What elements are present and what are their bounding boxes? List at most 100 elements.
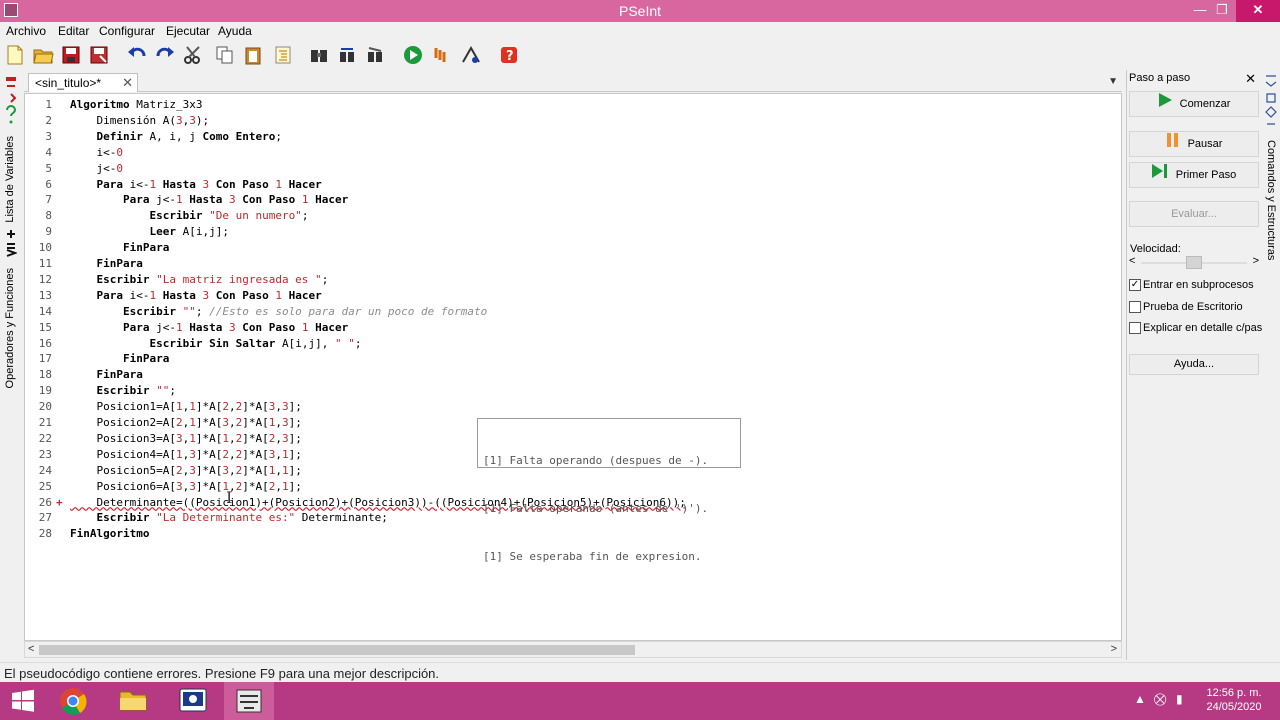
code-line[interactable]: 8 Escribir "De un numero"; [25, 208, 1121, 224]
slider-knob[interactable] [1186, 256, 1202, 269]
flowchart-icon[interactable] [460, 44, 482, 66]
checkbox-entrar-subprocesos[interactable]: ✓ Entrar en subprocesos [1129, 279, 1254, 295]
menu-ayuda[interactable]: Ayuda [218, 24, 252, 38]
code-line[interactable]: 7 Para j<-1 Hasta 3 Con Paso 1 Hacer [25, 192, 1121, 208]
line-number: 27 [38, 511, 52, 525]
pause-button[interactable]: Pausar [1129, 131, 1259, 157]
checkbox-box[interactable] [1129, 322, 1141, 335]
checkbox-prueba-escritorio[interactable]: Prueba de Escritorio [1129, 301, 1243, 317]
save-icon[interactable] [60, 44, 82, 66]
code-line[interactable]: 12 Escribir "La matriz ingresada es "; [25, 272, 1121, 288]
search-icon[interactable] [308, 44, 330, 66]
code-line[interactable]: 1 Algoritmo Matriz_3x3 [25, 97, 1121, 113]
checkbox-box[interactable]: ✓ [1129, 279, 1141, 292]
menu-configurar[interactable]: Configurar [99, 24, 155, 38]
app-window-icon[interactable] [168, 682, 218, 720]
cut-icon[interactable] [182, 44, 204, 66]
signal-icon[interactable]: ▮ [1176, 692, 1183, 706]
line-number: 8 [45, 209, 52, 223]
tab-comandos-estructuras[interactable]: Comandos y Estructuras [1265, 140, 1277, 260]
code-line[interactable]: 5 j<-0 [25, 161, 1121, 177]
error-marker-icon[interactable]: + [56, 495, 63, 511]
code-text: FinAlgoritmo [70, 527, 150, 541]
line-number: 7 [45, 193, 52, 207]
replace-icon[interactable] [364, 44, 386, 66]
line-number: 22 [38, 431, 52, 445]
start-windows-icon[interactable] [0, 682, 46, 720]
evaluate-button[interactable]: Evaluar... [1129, 201, 1259, 227]
code-line[interactable]: 15 Para j<-1 Hasta 3 Con Paso 1 Hacer [25, 320, 1121, 336]
step-panel-title: Paso a paso [1129, 72, 1191, 84]
operators-panel-icons [5, 230, 18, 260]
tab-operadores-funciones[interactable]: Operadores y Funciones [4, 268, 16, 388]
maximize-button[interactable]: ❐ [1208, 0, 1236, 22]
chrome-icon[interactable] [48, 682, 98, 720]
code-line[interactable]: 6 Para i<-1 Hasta 3 Con Paso 1 Hacer [25, 177, 1121, 193]
checkbox-explicar-detalle[interactable]: Explicar en detalle c/paso [1129, 322, 1268, 338]
scroll-left-icon[interactable]: < [28, 643, 34, 655]
error-message: [1] Se esperaba fin de expresion. [483, 550, 702, 563]
code-line[interactable]: 19 Escribir ""; [25, 383, 1121, 399]
code-line[interactable]: 18 FinPara [25, 367, 1121, 383]
code-line[interactable]: 4 i<-0 [25, 145, 1121, 161]
horizontal-scrollbar[interactable]: < > [24, 641, 1122, 658]
code-line[interactable]: 17 FinPara [25, 351, 1121, 367]
pseint-taskbar-icon[interactable] [224, 682, 274, 720]
open-folder-icon[interactable] [32, 44, 54, 66]
redo-icon[interactable] [154, 44, 176, 66]
scroll-right-icon[interactable]: > [1111, 643, 1117, 655]
menu-archivo[interactable]: Archivo [6, 24, 46, 38]
undo-icon[interactable] [126, 44, 148, 66]
clock[interactable]: 12:56 p. m. 24/05/2020 [1204, 686, 1264, 714]
speed-slider[interactable]: < > [1129, 255, 1259, 270]
code-line[interactable]: 2 Dimensión A(3,3); [25, 113, 1121, 129]
tab-sin-titulo[interactable]: <sin_titulo>* ✕ [28, 73, 138, 92]
indent-icon[interactable] [272, 44, 294, 66]
close-button[interactable]: ✕ [1236, 0, 1280, 22]
code-line[interactable]: 3 Definir A, i, j Como Entero; [25, 129, 1121, 145]
code-line[interactable]: 20 Posicion1=A[1,1]*A[2,2]*A[3,3]; [25, 399, 1121, 415]
step-by-step-icon[interactable] [430, 44, 452, 66]
line-number: 1 [45, 98, 52, 111]
new-file-icon[interactable] [4, 44, 26, 66]
scrollbar-thumb[interactable] [39, 645, 635, 655]
code-text: Escribir Sin Saltar A[i,j], " "; [149, 336, 362, 350]
code-line[interactable]: 14 Escribir ""; //Esto es solo para dar … [25, 304, 1121, 320]
find-next-icon[interactable] [336, 44, 358, 66]
error-message: [1] Falta operando (despues de -). [483, 454, 709, 467]
code-line[interactable]: 16 Escribir Sin Saltar A[i,j], " "; [25, 336, 1121, 352]
start-button[interactable]: Comenzar [1129, 91, 1259, 117]
paste-icon[interactable] [242, 44, 264, 66]
help-icon[interactable]: ? [498, 44, 520, 66]
line-number: 3 [45, 129, 52, 143]
status-bar: El pseudocódigo contiene errores. Presio… [0, 662, 1280, 682]
network-error-icon[interactable]: ⛒ [1154, 692, 1166, 707]
code-line[interactable]: 13 Para i<-1 Hasta 3 Con Paso 1 Hacer [25, 288, 1121, 304]
tab-close-icon[interactable]: ✕ [122, 75, 133, 91]
run-icon[interactable] [402, 44, 424, 66]
variables-panel-icons [5, 76, 17, 132]
menu-ejecutar[interactable]: Ejecutar [166, 24, 210, 38]
save-as-icon[interactable] [88, 44, 110, 66]
first-step-button[interactable]: Primer Paso [1129, 162, 1259, 188]
file-explorer-icon[interactable] [108, 682, 158, 720]
checkbox-box[interactable] [1129, 301, 1141, 314]
code-line[interactable]: 11 FinPara [25, 256, 1121, 272]
tab-list-dropdown-icon[interactable]: ▼ [1108, 76, 1118, 87]
line-number: 21 [38, 416, 52, 429]
menu-editar[interactable]: Editar [58, 24, 89, 38]
code-line[interactable]: 9 Leer A[i,j]; [25, 224, 1121, 240]
code-line[interactable]: 10 FinPara [25, 240, 1121, 256]
code-text: Posicion2=A[2,1]*A[3,2]*A[1,3]; [70, 416, 302, 429]
code-text: FinPara [122, 352, 170, 366]
code-text: Posicion4=A[1,3]*A[2,2]*A[3,1]; [70, 447, 302, 461]
slider-right-icon[interactable]: > [1253, 255, 1259, 267]
help-button[interactable]: Ayuda... [1129, 354, 1259, 375]
copy-icon[interactable] [214, 44, 236, 66]
step-icon [1151, 163, 1168, 187]
slider-left-icon[interactable]: < [1129, 255, 1135, 267]
clock-time: 12:56 p. m. [1206, 687, 1262, 699]
tray-arrow-icon[interactable]: ▲ [1134, 692, 1146, 706]
step-panel-close-icon[interactable]: ✕ [1245, 71, 1256, 87]
tab-lista-variables[interactable]: Lista de Variables [4, 136, 16, 223]
